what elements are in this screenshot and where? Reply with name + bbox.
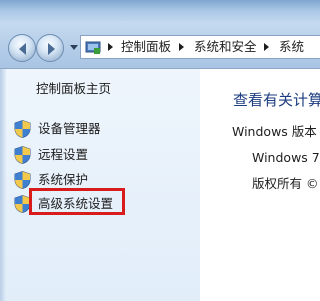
forward-arrow-icon [48,43,55,55]
copyright-text: 版权所有 © [252,176,319,191]
breadcrumb-system-and-security[interactable]: 系统和安全 [194,39,257,55]
control-panel-icon [85,41,101,54]
recent-pages-dropdown-icon[interactable] [70,43,78,51]
sidebar-item-label: 设备管理器 [38,121,101,136]
window-titlebar [0,0,320,22]
sidebar-item-label: 远程设置 [38,147,89,162]
sidebar-item-system-protection[interactable]: 系统保护 [14,170,184,190]
sidebar-item-device-manager[interactable]: 设备管理器 [14,119,184,139]
breadcrumb-separator-icon[interactable] [178,42,186,52]
breadcrumb-control-panel[interactable]: 控制面板 [121,39,171,55]
breadcrumb-system[interactable]: 系统 [279,39,304,55]
breadcrumb-separator-icon[interactable] [107,42,115,52]
uac-shield-icon [14,146,31,164]
address-bar[interactable]: 控制面板 系统和安全 系统 [80,35,320,59]
sidebar-item-label: 系统保护 [38,172,89,187]
navigation-buttons [8,34,82,62]
breadcrumb-separator-icon[interactable] [263,42,271,52]
windows-edition-value: Windows 7 [252,150,320,165]
pane-edge [0,69,6,301]
page-title: 查看有关计算 [233,91,320,109]
control-panel-home-link[interactable]: 控制面板主页 [36,81,111,97]
back-button[interactable] [8,34,36,62]
highlight-annotation-box [29,188,125,215]
sidebar-item-remote-settings[interactable]: 远程设置 [14,145,184,165]
back-arrow-icon [19,43,26,55]
windows-edition-label: Windows 版本 [232,124,317,139]
uac-shield-icon [14,120,31,138]
uac-shield-icon [14,171,31,189]
forward-button[interactable] [36,34,64,62]
